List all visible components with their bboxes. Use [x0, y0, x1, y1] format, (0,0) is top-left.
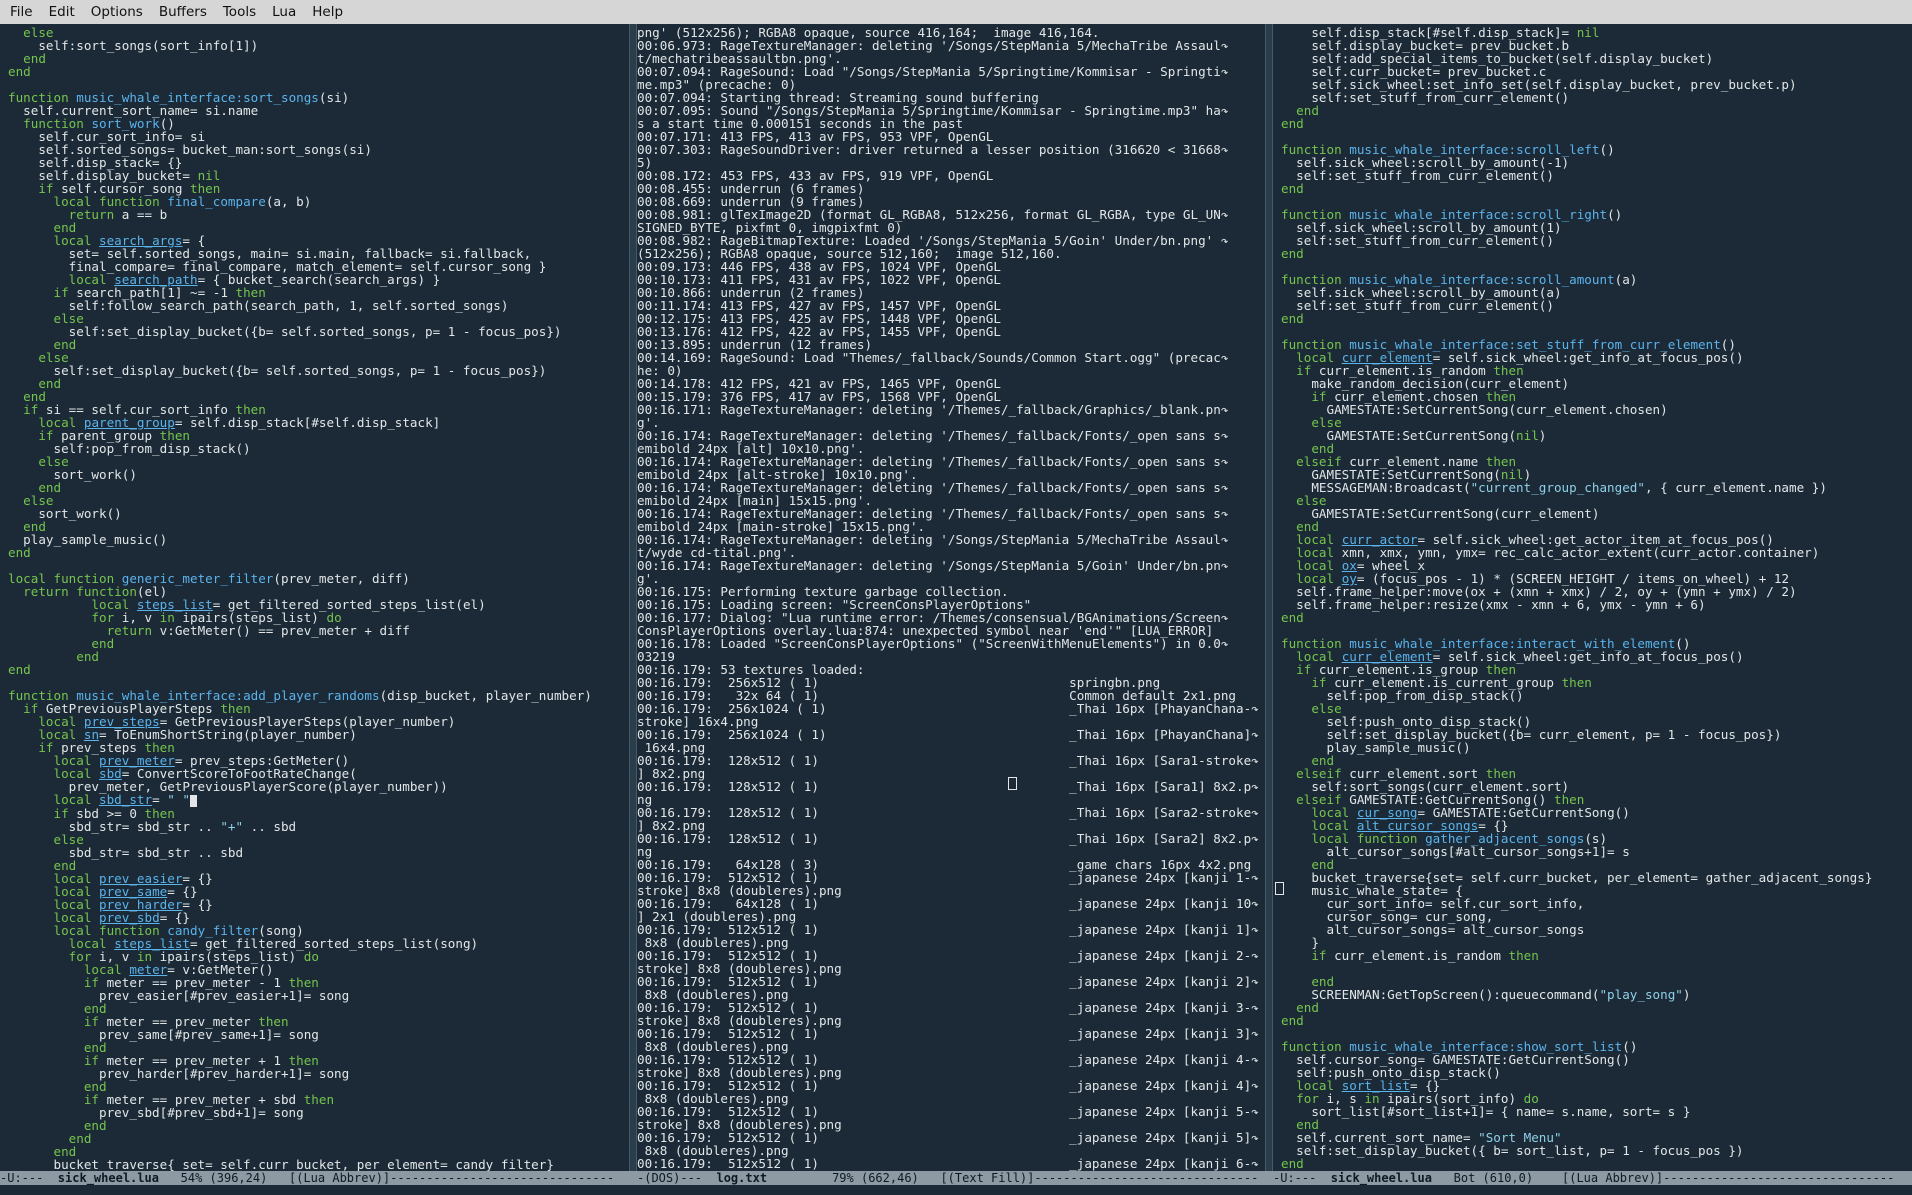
middle-log-pane[interactable]: png' (512x256); RGBA8 opaque, source 416… [637, 24, 1265, 1171]
right-modeline-position: Bot (610,0) [1431, 1171, 1534, 1185]
right-modeline-mode[interactable]: [(Lua Abbrev)]--------------------------… [1533, 1171, 1894, 1185]
left-modeline-mode[interactable]: [(Lua Abbrev)]--------------------------… [267, 1171, 614, 1185]
right-mode-line[interactable]: -U:--- sick_wheel.lua Bot (610,0) [(Lua … [1273, 1171, 1912, 1185]
middle-mode-line[interactable]: -(DOS)--- log.txt 79% (662,46) [(Text Fi… [637, 1171, 1273, 1185]
left-modeline-status: -U:--- [0, 1171, 58, 1185]
middle-modeline-status: -(DOS)--- [637, 1171, 717, 1185]
right-buffer-text[interactable]: self.disp_stack[#self.disp_stack]= nil s… [1273, 24, 1912, 1170]
right-modeline-buffer-name[interactable]: sick_wheel.lua [1331, 1171, 1432, 1185]
middle-modeline-position: 79% (662,46) [767, 1171, 919, 1185]
window-divider-left[interactable] [629, 24, 637, 1171]
missing-glyph-icon-right [1275, 882, 1284, 895]
left-buffer-text[interactable]: else self:sort_songs(sort_info[1]) end e… [0, 24, 629, 1171]
middle-buffer-text[interactable]: png' (512x256); RGBA8 opaque, source 416… [637, 24, 1265, 1170]
left-mode-line[interactable]: -U:--- sick_wheel.lua 54% (396,24) [(Lua… [0, 1171, 637, 1185]
menu-bar: File Edit Options Buffers Tools Lua Help [0, 0, 1912, 25]
echo-area[interactable] [0, 1185, 1912, 1195]
menu-options[interactable]: Options [83, 0, 151, 24]
menu-buffers[interactable]: Buffers [151, 0, 215, 24]
middle-modeline-mode[interactable]: [(Text Fill)]---------------------------… [919, 1171, 1258, 1185]
left-modeline-position: 54% (396,24) [158, 1171, 268, 1185]
right-modeline-status: -U:--- [1273, 1171, 1331, 1185]
menu-file[interactable]: File [0, 0, 41, 24]
menu-help[interactable]: Help [304, 0, 351, 24]
window-divider-right[interactable] [1265, 24, 1273, 1171]
middle-modeline-buffer-name[interactable]: log.txt [716, 1171, 767, 1185]
menu-tools[interactable]: Tools [215, 0, 264, 24]
menu-lua[interactable]: Lua [264, 0, 304, 24]
right-editor-pane[interactable]: self.disp_stack[#self.disp_stack]= nil s… [1273, 24, 1912, 1171]
menu-edit[interactable]: Edit [41, 0, 83, 24]
text-cursor [190, 794, 198, 807]
left-modeline-buffer-name[interactable]: sick_wheel.lua [58, 1171, 159, 1185]
missing-glyph-icon [1008, 777, 1017, 790]
left-editor-pane[interactable]: else self:sort_songs(sort_info[1]) end e… [0, 24, 629, 1171]
